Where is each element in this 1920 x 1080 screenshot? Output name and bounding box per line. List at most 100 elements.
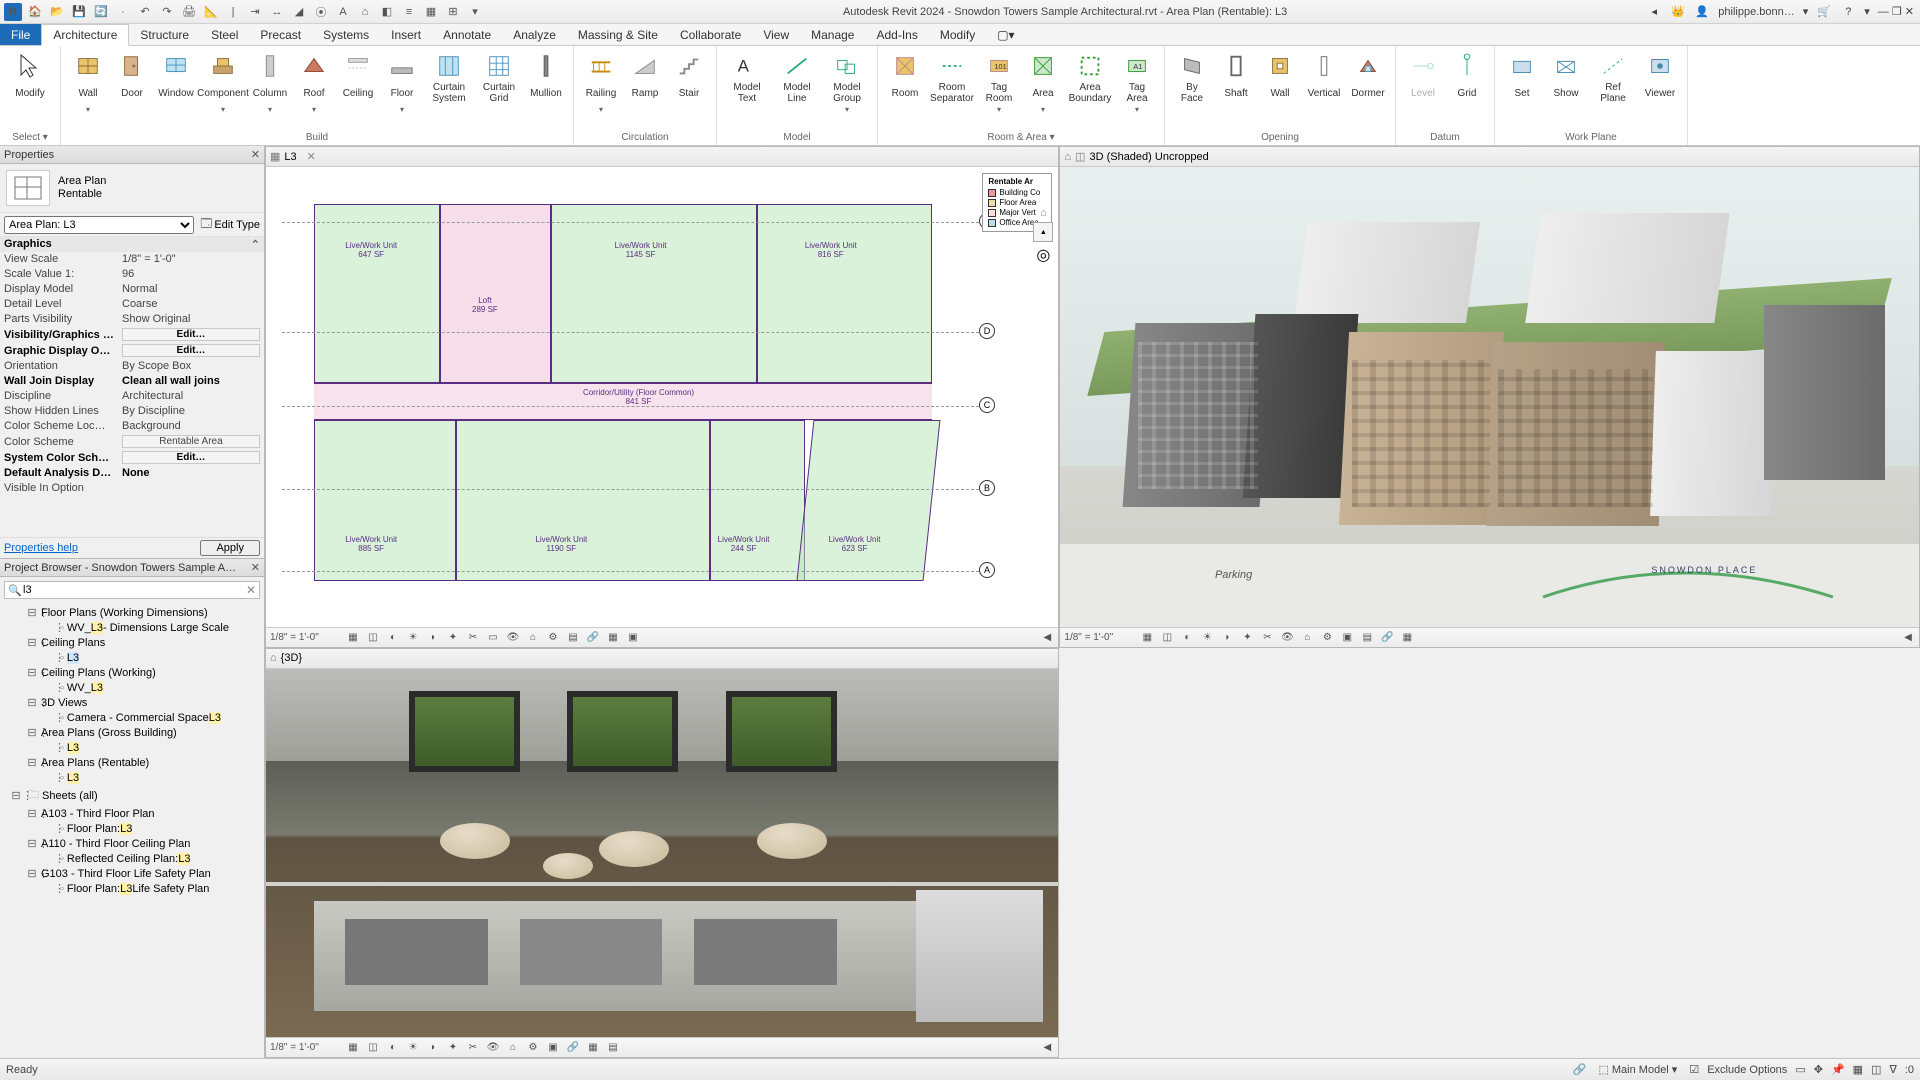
view-interior-tab[interactable]: ⌂ {3D} [266, 649, 1058, 669]
shadows-icon[interactable]: ◗ [426, 1042, 440, 1053]
analytical-icon[interactable]: ▤ [1360, 632, 1374, 643]
view-3d-tab[interactable]: ⌂ ◫ 3D (Shaded) Uncropped [1060, 147, 1919, 167]
cart-icon[interactable]: 🛒 [1816, 4, 1832, 20]
expand-icon[interactable]: ⊟ [26, 606, 38, 619]
constraints-icon[interactable]: 🔗 [586, 632, 600, 643]
worksets-icon[interactable]: 🔗 [1573, 1063, 1587, 1076]
shadows-icon[interactable]: ◗ [426, 632, 440, 643]
property-row[interactable]: Detail LevelCoarse [0, 297, 264, 312]
area-boundary-button[interactable]: AreaBoundary [1066, 50, 1114, 106]
property-value[interactable]: Architectural [118, 389, 264, 403]
window-button[interactable]: Window [155, 50, 197, 106]
edit-type-button[interactable]: 🗔 Edit Type [200, 215, 260, 234]
tab-modify[interactable]: Modify [929, 24, 986, 45]
tab-massing-site[interactable]: Massing & Site [567, 24, 669, 45]
expand-icon[interactable]: ⊟ [26, 726, 38, 739]
user-icon[interactable]: 👤 [1694, 4, 1710, 20]
curtain-grid-button[interactable]: CurtainGrid [475, 50, 523, 106]
expand-icon[interactable]: ⊟ [26, 696, 38, 709]
status-mainmodel[interactable]: Main Model [1612, 1064, 1669, 1076]
save-icon[interactable]: 💾 [70, 3, 88, 21]
vertical-button[interactable]: Vertical [1303, 50, 1345, 106]
analytical-icon[interactable]: ▤ [566, 632, 580, 643]
tab-manage[interactable]: Manage [800, 24, 865, 45]
tab-systems[interactable]: Systems [312, 24, 380, 45]
chevron-down-icon[interactable]: ▾ [1135, 104, 1139, 115]
render-icon[interactable]: ✦ [446, 632, 460, 643]
close-hidden-icon[interactable]: ▦ [422, 3, 440, 21]
drag-icon[interactable]: ✥ [1814, 1063, 1823, 1076]
chevron-down-icon[interactable]: ▾ [268, 104, 272, 115]
detail-level-icon[interactable]: ◫ [366, 1042, 380, 1053]
mullion-button[interactable]: Mullion [525, 50, 567, 106]
section-box-icon[interactable]: ▣ [1340, 632, 1354, 643]
detail-level-icon[interactable]: ◫ [1160, 632, 1174, 643]
tree-node[interactable]: ⊟⋮Floor Plans (Working Dimensions) [2, 605, 262, 620]
roof-button[interactable]: Roof▾ [293, 50, 335, 117]
tree-node[interactable]: ⋮▫Floor Plan: L3 Life Safety Plan [2, 881, 262, 896]
show-button[interactable]: Show [1545, 50, 1587, 106]
room-button[interactable]: Room [884, 50, 926, 106]
tree-node[interactable]: ⋮▫Floor Plan: L3 [2, 821, 262, 836]
chevron-down-icon[interactable]: ▾ [997, 104, 1001, 115]
railing-button[interactable]: Railing▾ [580, 50, 622, 117]
print-icon[interactable]: 🖨 [180, 3, 198, 21]
room-separator-button[interactable]: RoomSeparator [928, 50, 976, 106]
expand-icon[interactable]: ⊟ [26, 636, 38, 649]
detail-level-icon[interactable]: ◫ [366, 632, 380, 643]
properties-list[interactable]: Graphics⌃ View Scale1/8" = 1'-0"Scale Va… [0, 237, 264, 537]
close-icon[interactable]: ✕ [251, 148, 260, 161]
reveal-icon[interactable]: ⌂ [1300, 632, 1314, 643]
apply-button[interactable]: Apply [200, 540, 260, 556]
tab-view[interactable]: View [752, 24, 800, 45]
tree-node[interactable]: ⊟⋮G103 - Third Floor Life Safety Plan [2, 866, 262, 881]
crop-icon[interactable]: ✂ [1260, 632, 1274, 643]
dimension-icon[interactable]: ↔ [268, 3, 286, 21]
model-text-button[interactable]: AModelText [723, 50, 771, 106]
shaft-button[interactable]: Shaft [1215, 50, 1257, 106]
temp-props-icon[interactable]: ⚙ [1320, 632, 1334, 643]
door-button[interactable]: Door [111, 50, 153, 106]
align-icon[interactable]: ⇥ [246, 3, 264, 21]
tree-node[interactable]: ⊟⋮A110 - Third Floor Ceiling Plan [2, 836, 262, 851]
project-browser-header[interactable]: Project Browser - Snowdon Towers Sample … [0, 559, 264, 577]
tree-node[interactable]: ⋮▫Reflected Ceiling Plan: L3 [2, 851, 262, 866]
extra-icon[interactable]: ▣ [626, 632, 640, 643]
extra-icon[interactable]: ▤ [606, 1042, 620, 1053]
crop-icon[interactable]: ✂ [466, 632, 480, 643]
exclude-options[interactable]: Exclude Options [1707, 1064, 1787, 1076]
property-value[interactable]: Show Original [118, 312, 264, 326]
property-value[interactable]: 96 [118, 267, 264, 281]
filter-count-icon[interactable]: ∇ [1889, 1063, 1896, 1076]
open-icon[interactable]: 📂 [48, 3, 66, 21]
tab-annotate[interactable]: Annotate [432, 24, 502, 45]
select-face-icon[interactable]: ▦ [1853, 1063, 1863, 1076]
tree-node[interactable]: ⋮▫Camera - Commercial Space L3 [2, 710, 262, 725]
group-label-room[interactable]: Room & Area ▾ [884, 131, 1158, 143]
render-icon[interactable]: ✦ [1240, 632, 1254, 643]
worksets-icon[interactable]: ▦ [1400, 632, 1414, 643]
sun-path-icon[interactable]: ☀ [406, 632, 420, 643]
scroll-left-icon[interactable]: ◀ [1901, 632, 1915, 643]
expand-icon[interactable]: ⊟ [26, 807, 38, 820]
properties-header[interactable]: Properties ✕ [0, 146, 264, 164]
tag-room-button[interactable]: 101TagRoom▾ [978, 50, 1020, 117]
hide-isolate-icon[interactable]: 👁 [506, 632, 520, 643]
model-graphics-icon[interactable]: ▦ [346, 1042, 360, 1053]
tag-area-button[interactable]: A1TagArea▾ [1116, 50, 1158, 117]
shadows-icon[interactable]: ◗ [1220, 632, 1234, 643]
visual-style-icon[interactable]: ◐ [386, 632, 400, 643]
view-scale[interactable]: 1/8" = 1'-0" [1064, 632, 1134, 643]
property-value[interactable]: Rentable Area [122, 435, 260, 448]
tree-node[interactable]: ⋮▫WV_L3 - Dimensions Large Scale [2, 620, 262, 635]
tree-node[interactable]: ⋮▫L3 [2, 770, 262, 785]
dormer-button[interactable]: Dormer [1347, 50, 1389, 106]
set-button[interactable]: Set [1501, 50, 1543, 106]
view-plan-tab[interactable]: ▦ L3 ✕ [266, 147, 1058, 167]
close-icon[interactable]: ✕ [1905, 6, 1914, 18]
property-row[interactable]: Visible In Option [0, 481, 264, 496]
property-value[interactable]: Edit… [122, 451, 260, 464]
scroll-left-icon[interactable]: ◀ [1040, 1042, 1054, 1053]
group-label-select[interactable]: Select ▾ [6, 131, 54, 143]
render-icon[interactable]: ✦ [446, 1042, 460, 1053]
